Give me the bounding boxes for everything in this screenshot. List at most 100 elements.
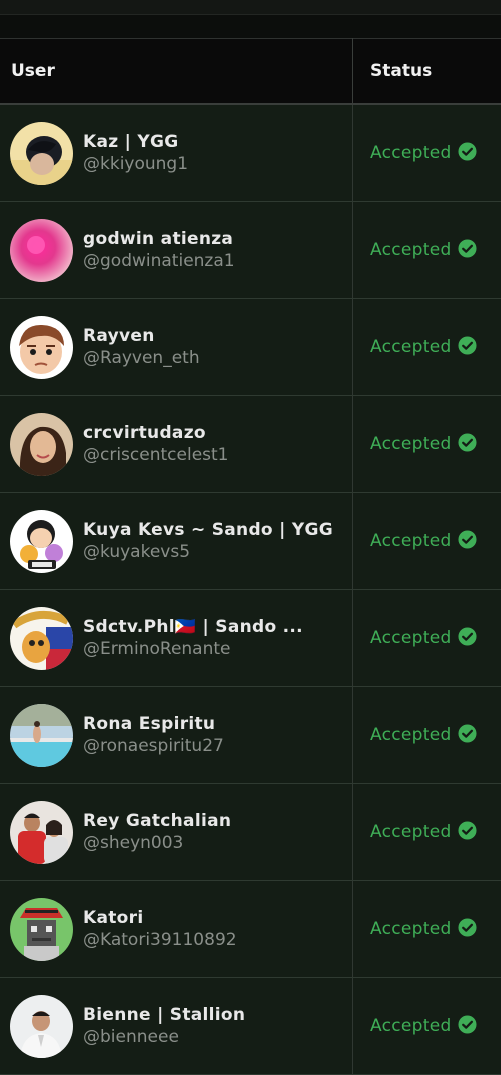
status-text: Accepted [370,919,452,939]
user-cell[interactable]: Sdctv.Phl🇵🇭 | Sando ... @ErminoRenante [0,589,353,687]
user-handle[interactable]: @bienneee [83,1027,245,1047]
user-display-name[interactable]: Rona Espiritu [83,714,224,734]
table-row[interactable]: Kuya Kevs ~ Sando | YGG @kuyakevs5 Accepte… [0,492,501,590]
status-text: Accepted [370,822,452,842]
user-handle[interactable]: @ronaespiritu27 [83,736,224,756]
user-info: Rey Gatchalian @sheyn003 [0,800,352,864]
user-display-name[interactable]: Katori [83,908,237,928]
check-circle-icon [452,335,477,359]
user-display-name[interactable]: Rayven [83,326,200,346]
user-display-name[interactable]: Kaz | YGG [83,132,188,152]
status-badge: Accepted [353,626,501,650]
user-display-name[interactable]: Kuya Kevs ~ Sando | YGG [83,520,333,540]
user-handle[interactable]: @sheyn003 [83,833,231,853]
status-badge: Accepted [353,432,501,456]
table-row[interactable]: Rey Gatchalian @sheyn003 Accepted [0,783,501,881]
user-names: Sdctv.Phl🇵🇭 | Sando ... @ErminoRenante [83,617,303,659]
user-names: Bienne | Stallion @bienneee [83,1005,245,1047]
status-text: Accepted [370,531,452,551]
user-cell[interactable]: godwin atienza @godwinatienza1 [0,201,353,299]
table-row[interactable]: Sdctv.Phl🇵🇭 | Sando ... @ErminoRenante Acc… [0,589,501,687]
user-handle[interactable]: @godwinatienza1 [83,251,235,271]
user-handle[interactable]: @ErminoRenante [83,639,303,659]
status-text: Accepted [370,725,452,745]
status-text: Accepted [370,143,452,163]
user-info: Rona Espiritu @ronaespiritu27 [0,703,352,767]
table-row[interactable]: crcvirtudazo @criscentcelest1 Accepted [0,395,501,493]
user-handle[interactable]: @Rayven_eth [83,348,200,368]
status-cell: Accepted [352,977,501,1075]
column-header-user[interactable]: User [0,38,353,105]
user-handle[interactable]: @kuyakevs5 [83,542,333,562]
user-display-name[interactable]: Rey Gatchalian [83,811,231,831]
user-names: Rey Gatchalian @sheyn003 [83,811,231,853]
status-badge: Accepted [353,529,501,553]
table-row[interactable]: Rona Espiritu @ronaespiritu27 Accepted [0,686,501,784]
table-row[interactable]: Rayven @Rayven_eth Accepted [0,298,501,396]
user-display-name[interactable]: Sdctv.Phl🇵🇭 | Sando ... [83,617,303,637]
table-row[interactable]: godwin atienza @godwinatienza1 Accepted [0,201,501,299]
status-badge: Accepted [353,238,501,262]
user-cell[interactable]: Bienne | Stallion @bienneee [0,977,353,1075]
user-cell[interactable]: crcvirtudazo @criscentcelest1 [0,395,353,493]
status-text: Accepted [370,434,452,454]
user-names: Kuya Kevs ~ Sando | YGG @kuyakevs5 [83,520,333,562]
avatar[interactable] [10,897,73,961]
user-names: crcvirtudazo @criscentcelest1 [83,423,229,465]
user-display-name[interactable]: crcvirtudazo [83,423,229,443]
avatar[interactable] [10,121,73,185]
check-circle-icon [452,529,477,553]
user-info: Sdctv.Phl🇵🇭 | Sando ... @ErminoRenante [0,606,352,670]
status-text: Accepted [370,240,452,260]
user-info: Kaz | YGG @kkiyoung1 [0,121,352,185]
status-badge: Accepted [353,141,501,165]
status-badge: Accepted [353,1014,501,1038]
check-circle-icon [452,238,477,262]
user-cell[interactable]: Rey Gatchalian @sheyn003 [0,783,353,881]
status-badge: Accepted [353,335,501,359]
column-header-status[interactable]: Status [352,38,501,105]
user-info: Katori @Katori39110892 [0,897,352,961]
avatar[interactable] [10,412,73,476]
status-cell: Accepted [352,298,501,396]
user-handle[interactable]: @criscentcelest1 [83,445,229,465]
status-cell: Accepted [352,880,501,978]
status-text: Accepted [370,337,452,357]
user-cell[interactable]: Rona Espiritu @ronaespiritu27 [0,686,353,784]
status-badge: Accepted [353,820,501,844]
status-cell: Accepted [352,104,501,202]
user-names: Rayven @Rayven_eth [83,326,200,368]
top-spacer [0,15,501,38]
avatar[interactable] [10,509,73,573]
table-row[interactable]: Kaz | YGG @kkiyoung1 Accepted [0,104,501,202]
user-names: Katori @Katori39110892 [83,908,237,950]
check-circle-icon [452,1014,477,1038]
status-cell: Accepted [352,395,501,493]
avatar[interactable] [10,218,73,282]
user-names: Kaz | YGG @kkiyoung1 [83,132,188,174]
user-info: godwin atienza @godwinatienza1 [0,218,352,282]
user-display-name[interactable]: godwin atienza [83,229,235,249]
check-circle-icon [452,917,477,941]
users-table: User Status Kaz | YGG @kkiyoung1 Accepted g… [0,38,501,1075]
status-badge: Accepted [353,917,501,941]
table-row[interactable]: Katori @Katori39110892 Accepted [0,880,501,978]
user-handle[interactable]: @kkiyoung1 [83,154,188,174]
user-info: crcvirtudazo @criscentcelest1 [0,412,352,476]
avatar[interactable] [10,606,73,670]
user-display-name[interactable]: Bienne | Stallion [83,1005,245,1025]
table-header-row: User Status [0,38,501,105]
avatar[interactable] [10,994,73,1058]
user-handle[interactable]: @Katori39110892 [83,930,237,950]
user-cell[interactable]: Katori @Katori39110892 [0,880,353,978]
avatar[interactable] [10,703,73,767]
table-row[interactable]: Bienne | Stallion @bienneee Accepted [0,977,501,1075]
user-cell[interactable]: Kaz | YGG @kkiyoung1 [0,104,353,202]
avatar[interactable] [10,315,73,379]
check-circle-icon [452,626,477,650]
user-cell[interactable]: Rayven @Rayven_eth [0,298,353,396]
user-cell[interactable]: Kuya Kevs ~ Sando | YGG @kuyakevs5 [0,492,353,590]
avatar[interactable] [10,800,73,864]
status-cell: Accepted [352,201,501,299]
check-circle-icon [452,723,477,747]
